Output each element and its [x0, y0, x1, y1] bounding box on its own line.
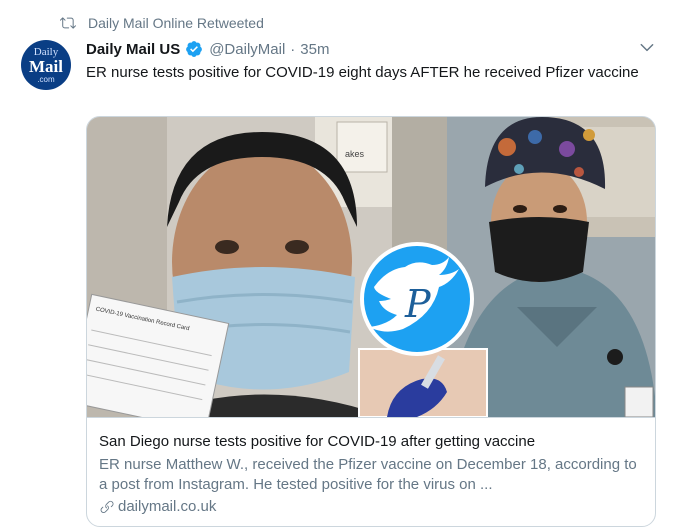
card-image[interactable]: akes COVID-19 Vaccination Record Card P	[87, 117, 656, 417]
verified-badge-icon	[186, 41, 203, 57]
link-card[interactable]: akes COVID-19 Vaccination Record Card P …	[86, 116, 656, 527]
retweet-indicator[interactable]: Daily Mail Online Retweeted	[60, 13, 264, 33]
card-domain-text: dailymail.co.uk	[118, 498, 217, 515]
link-icon	[100, 500, 114, 513]
card-info[interactable]: San Diego nurse tests positive for COVID…	[87, 417, 655, 526]
timestamp[interactable]: 35m	[300, 41, 329, 58]
retweet-icon	[60, 17, 76, 29]
avatar-text-line3: .com	[37, 75, 55, 84]
card-domain[interactable]: dailymail.co.uk	[99, 498, 645, 515]
separator-dot: ·	[290, 40, 296, 58]
tweet-header: Daily Mail US @DailyMail · 35m	[86, 38, 329, 60]
avatar-text-line2: Mail	[29, 57, 63, 76]
card-title: San Diego nurse tests positive for COVID…	[99, 433, 536, 450]
tweet-text: ER nurse tests positive for COVID-19 eig…	[86, 64, 639, 81]
chevron-down-icon[interactable]	[638, 38, 656, 56]
avatar[interactable]: Daily Mail .com	[21, 40, 71, 90]
retweet-label: Daily Mail Online Retweeted	[88, 15, 264, 31]
author-handle[interactable]: @DailyMail	[209, 41, 285, 58]
card-description: ER nurse Matthew W., received the Pfizer…	[99, 456, 637, 493]
sign-text: akes	[345, 149, 365, 159]
logo-letter: P	[404, 282, 432, 326]
author-name[interactable]: Daily Mail US	[86, 41, 180, 58]
